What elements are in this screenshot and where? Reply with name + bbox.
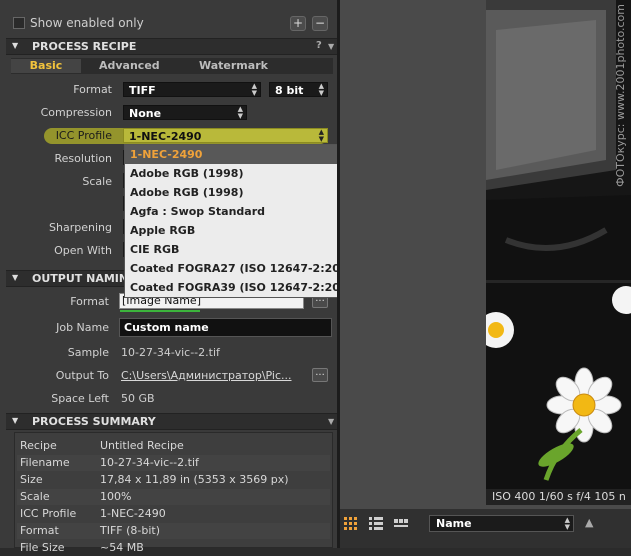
icc-profile-label: ICC Profile <box>55 129 112 142</box>
viewer-image: ФОТОкурс: www.2001photo.com <box>486 0 631 489</box>
summary-row: Recipe Untitled Recipe <box>20 439 184 452</box>
stepper-icon: ▲ ▼ <box>318 128 324 143</box>
resolution-label: Resolution <box>54 152 112 165</box>
photo-illustration <box>486 0 631 489</box>
dropdown-item[interactable]: Apple RGB <box>125 221 373 240</box>
dropdown-item[interactable]: Adobe RGB (1998) <box>125 164 373 183</box>
scale-label: Scale <box>82 175 112 188</box>
compression-label: Compression <box>40 106 112 119</box>
exif-bar: ISO 400 1/60 s f/4 105 n <box>486 489 631 505</box>
collapse-triangle-icon: ▼ <box>12 416 19 425</box>
space-left-value: 50 GB <box>121 392 155 405</box>
dropdown-item[interactable]: Coated FOGRA27 (ISO 12647-2:2004) <box>125 259 373 278</box>
stepper-icon: ▲ ▼ <box>564 516 570 531</box>
recipe-tabs: Basic Advanced Watermark <box>11 58 333 74</box>
dropdown-item[interactable]: CIE RGB <box>125 240 373 259</box>
summary-row: Filename 10-27-34-vic--2.tif <box>17 455 330 471</box>
format-label: Format <box>73 83 112 96</box>
sample-value: 10-27-34-vic--2.tif <box>121 346 220 359</box>
menu-triangle-icon[interactable]: ▼ <box>328 417 334 426</box>
dropdown-item[interactable]: Adobe RGB (1998) <box>125 183 373 202</box>
summary-row: ICC Profile 1-NEC-2490 <box>20 507 166 520</box>
bit-depth-select[interactable]: 8 bit ▲ ▼ <box>269 82 328 97</box>
output-to-path[interactable]: C:\Users\Администратор\Pic... <box>121 369 292 382</box>
tab-watermark[interactable]: Watermark <box>199 59 268 72</box>
job-name-input[interactable]: Custom name <box>119 318 332 337</box>
job-name-label: Job Name <box>56 321 109 334</box>
output-to-label: Output To <box>55 369 109 382</box>
menu-triangle-icon[interactable]: ▼ <box>328 42 334 51</box>
stepper-icon: ▲ ▼ <box>251 82 257 97</box>
summary-row: File Size ~54 MB <box>20 541 144 554</box>
naming-format-underline <box>120 310 200 312</box>
sharpening-label: Sharpening <box>49 221 112 234</box>
dropdown-item[interactable]: Coated FOGRA39 (ISO 12647-2:2004) <box>125 278 373 297</box>
show-enabled-text: Show enabled only <box>30 16 144 30</box>
stepper-icon: ▲ ▼ <box>318 82 324 97</box>
list-view-icon[interactable] <box>369 517 383 531</box>
filmstrip-view-icon[interactable] <box>394 517 408 531</box>
process-summary-header[interactable]: ▼ PROCESS SUMMARY ▼ <box>6 413 337 430</box>
compression-select[interactable]: None ▲ ▼ <box>123 105 247 120</box>
space-left-label: Space Left <box>51 392 109 405</box>
collapse-triangle-icon: ▼ <box>12 41 19 50</box>
add-recipe-button[interactable]: + <box>290 16 306 31</box>
output-to-browse-button[interactable]: ... <box>312 368 328 382</box>
grid-view-icon[interactable] <box>344 517 358 531</box>
remove-recipe-button[interactable]: − <box>312 16 328 31</box>
format-select[interactable]: TIFF ▲ ▼ <box>123 82 261 97</box>
dropdown-item[interactable]: 1-NEC-2490 <box>125 145 373 164</box>
photo-watermark: ФОТОкурс: www.2001photo.com <box>614 4 627 187</box>
icc-profile-select[interactable]: 1-NEC-2490 ▲ ▼ <box>123 128 328 143</box>
stepper-icon: ▲ ▼ <box>237 105 243 120</box>
open-with-label: Open With <box>54 244 112 257</box>
sample-label: Sample <box>67 346 109 359</box>
naming-format-label: Format <box>70 295 109 308</box>
summary-row: Format TIFF (8-bit) <box>17 523 330 539</box>
sort-direction-icon[interactable]: ▲ <box>585 516 593 529</box>
help-icon[interactable]: ? <box>316 40 322 51</box>
collapse-triangle-icon: ▼ <box>12 273 19 282</box>
summary-row: Size 17,84 x 11,89 in (5353 x 3569 px) <box>20 473 289 486</box>
sort-select[interactable]: Name ▲ ▼ <box>429 515 574 532</box>
summary-row: Scale 100% <box>17 489 330 505</box>
show-enabled-checkbox[interactable] <box>13 17 25 29</box>
tab-advanced[interactable]: Advanced <box>99 59 160 72</box>
dropdown-item[interactable]: Agfa : Swop Standard <box>125 202 373 221</box>
tab-basic[interactable]: Basic <box>11 59 81 73</box>
process-recipe-header[interactable]: ▼ PROCESS RECIPE ? ▼ <box>6 38 337 55</box>
